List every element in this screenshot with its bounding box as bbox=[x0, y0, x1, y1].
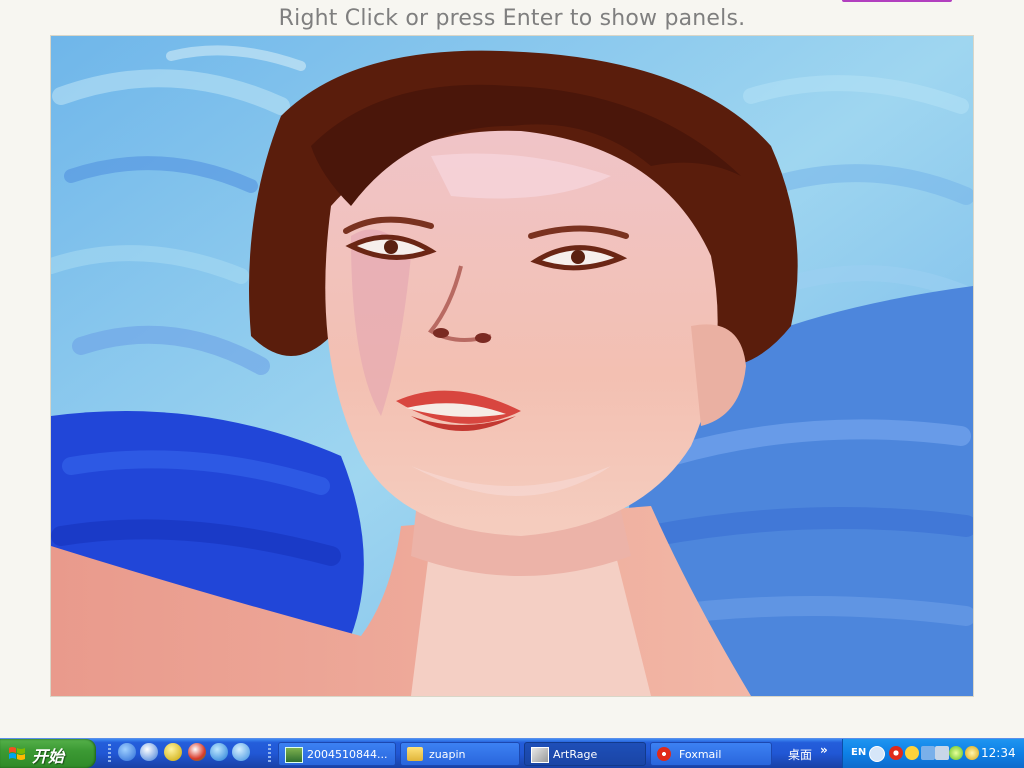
task-foxmail[interactable]: Foxmail bbox=[650, 742, 772, 766]
back-icon[interactable] bbox=[869, 746, 885, 762]
panels-hint: Right Click or press Enter to show panel… bbox=[278, 6, 746, 31]
folder-icon bbox=[407, 747, 423, 761]
info-icon[interactable] bbox=[140, 743, 158, 761]
artrage-icon bbox=[531, 747, 549, 763]
language-indicator[interactable]: EN bbox=[851, 747, 866, 758]
media-icon[interactable] bbox=[118, 743, 136, 761]
start-button[interactable]: 开始 bbox=[0, 739, 96, 768]
cd-icon[interactable] bbox=[164, 743, 182, 761]
toolbar-grip[interactable] bbox=[108, 744, 111, 764]
portrait-painting bbox=[51, 36, 973, 696]
clock: 12:34 bbox=[981, 746, 1016, 760]
task-artrage[interactable]: ArtRage bbox=[524, 742, 646, 766]
task-label: zuapin bbox=[429, 748, 466, 761]
painting-canvas[interactable] bbox=[51, 36, 973, 696]
artrage-window: Right Click or press Enter to show panel… bbox=[0, 0, 1024, 738]
foxmail-tray-icon[interactable] bbox=[889, 746, 903, 760]
desktop-toolbar-label[interactable]: 桌面 bbox=[788, 746, 812, 763]
image-icon bbox=[285, 747, 303, 763]
ie-icon[interactable] bbox=[210, 743, 228, 761]
toolbar-grip[interactable] bbox=[268, 744, 271, 764]
task-zuapin[interactable]: zuapin bbox=[400, 742, 520, 766]
task-label: 2004510844... bbox=[307, 748, 388, 761]
panel-tab-indicator[interactable] bbox=[842, 0, 952, 2]
chevron-right-icon[interactable]: » bbox=[820, 743, 828, 757]
taskbar: 开始 2004510844... zuapin ArtRage Foxmail … bbox=[0, 738, 1024, 768]
task-image[interactable]: 2004510844... bbox=[278, 742, 396, 766]
windows-flag-icon bbox=[9, 747, 25, 760]
player-icon[interactable] bbox=[188, 743, 206, 761]
foxmail-icon bbox=[657, 747, 671, 761]
start-label: 开始 bbox=[32, 747, 65, 766]
speaker-icon[interactable] bbox=[935, 746, 949, 760]
web-icon[interactable] bbox=[232, 743, 250, 761]
system-tray: EN 12:34 bbox=[842, 739, 1024, 768]
green-k-icon[interactable] bbox=[949, 746, 963, 760]
task-label: ArtRage bbox=[553, 748, 598, 761]
yellow-icon[interactable] bbox=[965, 746, 979, 760]
gear-icon[interactable] bbox=[905, 746, 919, 760]
task-label: Foxmail bbox=[679, 748, 722, 761]
network-icon[interactable] bbox=[921, 746, 935, 760]
